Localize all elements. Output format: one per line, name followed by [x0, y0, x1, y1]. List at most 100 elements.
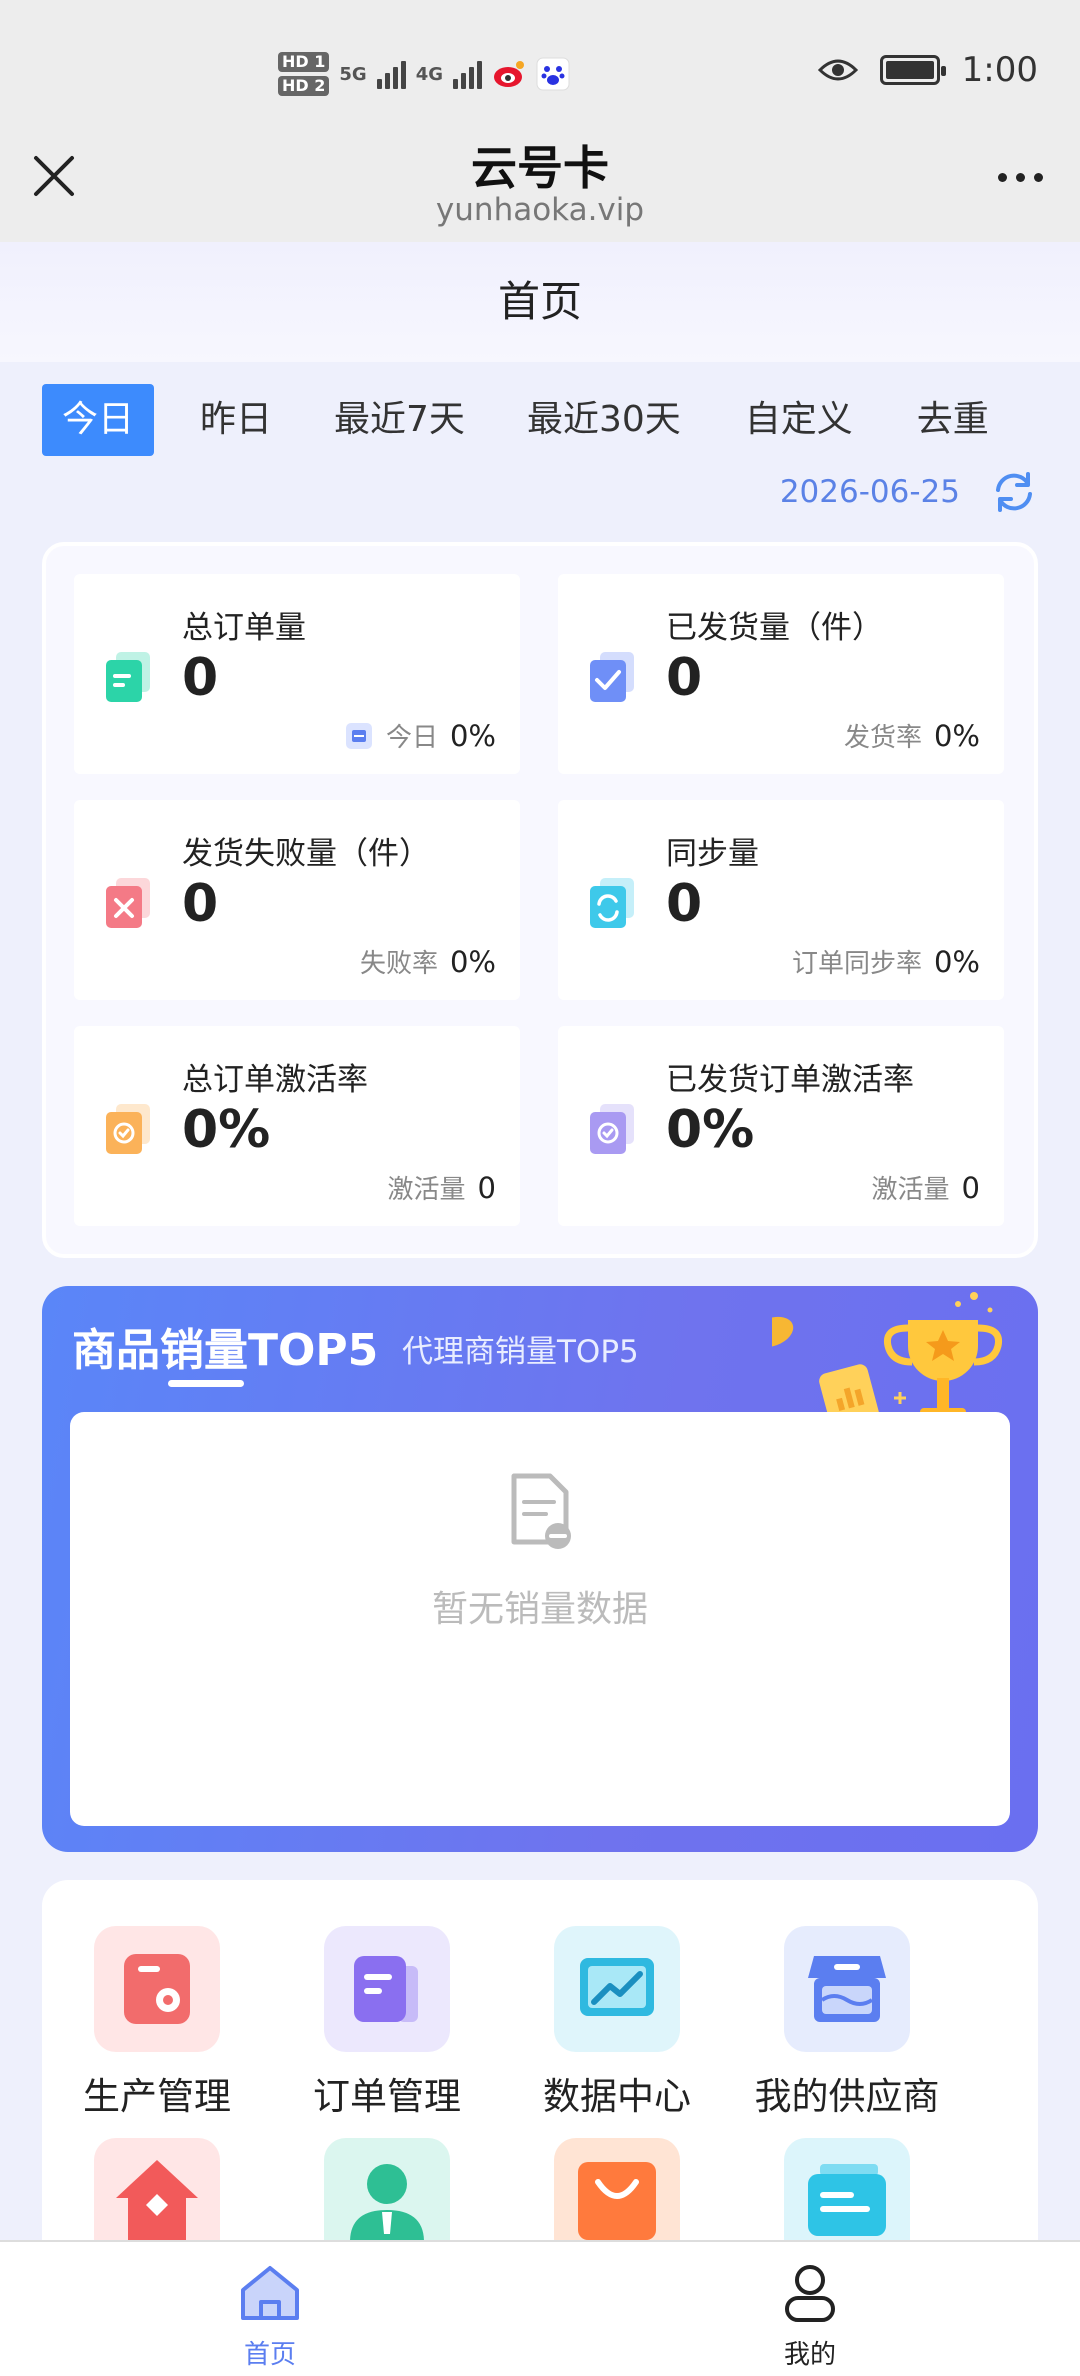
stat-synced[interactable]: 同步量 0 订单同步率 0% — [558, 800, 1004, 1000]
no-data-icon — [511, 1473, 571, 1549]
status-right: 1:00 — [817, 50, 1038, 90]
stat-sub: 失败率 0% — [360, 943, 496, 980]
app-header: 云号卡 yunhaoka.vip — [0, 120, 1080, 242]
failed-x-icon — [106, 878, 150, 928]
sales-ranking-card: 商品销量TOP5 代理商销量TOP5 暂无销量数据 — [42, 1286, 1038, 1852]
bag-icon — [554, 2138, 680, 2240]
stat-shipped[interactable]: 已发货量（件） 0 发货率 0% — [558, 574, 1004, 774]
sim-indicators: HD 1 HD 2 — [278, 52, 330, 96]
tab-agent-sales[interactable]: 代理商销量TOP5 — [402, 1326, 639, 1371]
more-dot-icon — [997, 172, 1007, 182]
menu-item-suppliers[interactable]: 我的供应商 — [732, 1926, 962, 2120]
nav-mine[interactable]: 我的 — [710, 2262, 910, 2371]
stat-total-orders[interactable]: 总订单量 0 今日 0% — [74, 574, 520, 774]
active-tab-indicator — [168, 1380, 244, 1387]
stat-sub-label: 发货率 — [843, 723, 922, 753]
activation-icon — [590, 1104, 634, 1154]
stat-sub-label: 激活量 — [387, 1175, 466, 1205]
current-date: 2026-06-25 — [779, 474, 960, 510]
stat-sub-value: 0% — [449, 944, 496, 979]
stat-label: 已发货订单激活率 — [666, 1062, 914, 1098]
status-bar: HD 1 HD 2 5G 4G 1:00 — [0, 0, 1080, 140]
more-dot-icon — [1033, 172, 1043, 182]
menu-item-production[interactable]: 生产管理 — [42, 1926, 272, 2120]
menu-item-user[interactable] — [272, 2138, 502, 2240]
clock: 1:00 — [961, 50, 1038, 90]
sim1-indicator: HD 1 — [278, 52, 330, 72]
date-row: 2026-06-25 — [780, 468, 1038, 516]
person-icon — [785, 2265, 835, 2322]
status-left: HD 1 HD 2 5G 4G — [278, 44, 570, 104]
sales-list-area: 暂无销量数据 — [70, 1412, 1010, 1826]
nav-home[interactable]: 首页 — [170, 2262, 370, 2371]
more-dot-icon — [1015, 172, 1025, 182]
stat-value: 0 — [182, 874, 219, 934]
stat-sub-value: 0 — [477, 1170, 496, 1205]
tab-product-sales[interactable]: 商品销量TOP5 — [72, 1314, 378, 1378]
app-title: 云号卡 — [471, 141, 609, 195]
network-type-2: 4G — [415, 63, 443, 85]
sync-icon — [590, 878, 634, 928]
battery-icon — [879, 55, 946, 85]
menu-item-shop[interactable] — [42, 2138, 272, 2240]
nav-mine-label: 我的 — [783, 2340, 836, 2370]
menu-item-data-center[interactable]: 数据中心 — [502, 1926, 732, 2120]
page-title: 首页 — [0, 242, 1080, 362]
home-icon — [241, 2266, 299, 2320]
stat-sub-label: 激活量 — [871, 1175, 950, 1205]
menu-item-shopping[interactable] — [502, 2138, 732, 2240]
stat-ship-failed[interactable]: 发货失败量（件） 0 失败率 0% — [74, 800, 520, 1000]
home-shop-icon — [94, 2138, 220, 2240]
tab-today[interactable]: 今日 — [42, 384, 155, 456]
stat-shipped-activation[interactable]: 已发货订单激活率 0% 激活量 0 — [558, 1026, 1004, 1226]
network-type-1: 5G — [339, 63, 367, 85]
card-icon — [784, 2138, 910, 2240]
stat-label: 发货失败量（件） — [182, 836, 430, 872]
tab-dedupe[interactable]: 去重 — [917, 384, 989, 456]
refresh-icon[interactable] — [990, 468, 1038, 516]
stat-label: 总订单量 — [182, 610, 306, 646]
stat-sub-label: 失败率 — [359, 949, 438, 979]
function-menu: 生产管理 订单管理 数据中心 我的供应商 — [42, 1880, 1038, 2240]
stat-sub: 发货率 0% — [844, 717, 980, 754]
tab-last-30-days[interactable]: 最近30天 — [527, 384, 681, 456]
menu-item-label: 我的供应商 — [754, 2075, 940, 2118]
data-center-icon — [554, 1926, 680, 2052]
stat-value: 0 — [182, 648, 219, 708]
stat-sub: 今日 0% — [344, 717, 496, 754]
supplier-icon — [784, 1926, 910, 2052]
stat-value: 0 — [666, 874, 703, 934]
today-icon — [345, 722, 372, 749]
stat-value: 0% — [666, 1100, 755, 1160]
stat-sub-value: 0 — [961, 1170, 980, 1205]
menu-item-label: 数据中心 — [543, 2075, 691, 2118]
tab-last-7-days[interactable]: 最近7天 — [334, 384, 465, 456]
eye-icon — [817, 59, 858, 81]
menu-item-label: 订单管理 — [313, 2075, 461, 2118]
bottom-nav: 首页 我的 — [0, 2240, 1080, 2376]
stat-sub-value: 0% — [933, 718, 980, 753]
stat-value: 0% — [182, 1100, 271, 1160]
app-url: yunhaoka.vip — [435, 192, 645, 228]
baidu-icon — [536, 57, 570, 91]
stat-total-activation[interactable]: 总订单激活率 0% 激活量 0 — [74, 1026, 520, 1226]
stat-sub-value: 0% — [933, 944, 980, 979]
menu-item-cards[interactable] — [732, 2138, 962, 2240]
activation-icon — [106, 1104, 150, 1154]
signal-icon — [376, 59, 406, 89]
stat-sub-value: 0% — [449, 718, 496, 753]
weibo-icon — [494, 61, 524, 87]
production-icon — [94, 1926, 220, 2052]
stat-label: 总订单激活率 — [182, 1062, 368, 1098]
stat-value: 0 — [666, 648, 703, 708]
menu-item-label: 生产管理 — [83, 2075, 231, 2118]
tab-custom[interactable]: 自定义 — [745, 384, 853, 456]
sim2-indicator: HD 2 — [278, 76, 330, 96]
more-button[interactable] — [990, 164, 1050, 190]
stat-sub: 激活量 0 — [872, 1169, 980, 1206]
tab-yesterday[interactable]: 昨日 — [200, 384, 272, 456]
stat-sub-label: 今日 — [385, 723, 438, 753]
menu-item-orders[interactable]: 订单管理 — [272, 1926, 502, 2120]
stat-sub: 激活量 0 — [388, 1169, 496, 1206]
order-doc-icon — [106, 652, 150, 702]
